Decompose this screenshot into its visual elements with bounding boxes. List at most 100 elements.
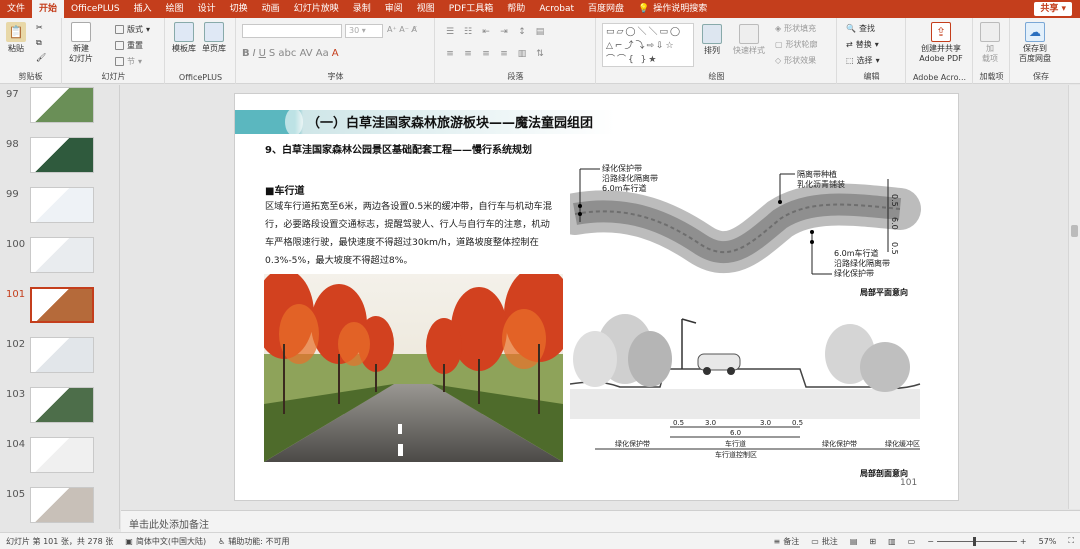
tab-1[interactable]: 开始	[32, 0, 65, 18]
section-dim-1: 0.5	[673, 419, 684, 427]
tab-13[interactable]: 帮助	[500, 0, 532, 18]
tab-4[interactable]: 绘图	[159, 0, 191, 18]
zoom-level[interactable]: 57%	[1033, 537, 1063, 546]
shapes-gallery[interactable]: ▭▱◯＼＼▭◯ △⌐⤴⤵⇨⇩☆ ⌒⌒{ }★	[602, 23, 694, 67]
normal-view-icon[interactable]: ▤	[844, 537, 864, 546]
notes-toggle[interactable]: ≡ 备注	[768, 536, 806, 547]
quick-styles-button[interactable]: 快速样式	[733, 24, 765, 56]
save-baidu-button[interactable]: ☁ 保存到 百度网盘	[1019, 22, 1051, 64]
slide-thumbnail[interactable]: 97	[0, 87, 120, 135]
shape-effects-button[interactable]: ◇ 形状效果	[775, 55, 816, 66]
cut-icon[interactable]: ✂	[36, 23, 43, 32]
format-painter-icon[interactable]: 🖌	[36, 53, 46, 62]
slide-sorter-icon[interactable]: ⊞	[863, 537, 882, 546]
slide[interactable]: （一）白草洼国家森林旅游板块——魔法童园组团 9、白草洼国家森林公园景区基础配套…	[234, 93, 959, 501]
slide-thumbnail-pane[interactable]: 97 98 99 100 101 102 103 104 105	[0, 85, 120, 529]
shape-fill-button[interactable]: ◈ 形状填充	[775, 23, 816, 34]
tell-me-search[interactable]: 💡 操作说明搜索	[631, 0, 714, 18]
tab-8[interactable]: 幻灯片放映	[287, 0, 346, 18]
font-size-buttons[interactable]: A⁺ A⁻ A̸	[387, 25, 417, 34]
section-zone-5: 车行道控制区	[715, 450, 757, 459]
slideshow-icon[interactable]: ▭	[902, 537, 922, 546]
comments-toggle[interactable]: ▭ 批注	[805, 536, 844, 547]
plan-label-median: 隔离带种植	[797, 169, 837, 179]
replace-button[interactable]: ⇄ 替换 ▾	[846, 39, 879, 50]
single-page-library-button[interactable]: 单页库	[202, 22, 226, 54]
find-button[interactable]: 🔍 查找	[846, 23, 875, 34]
reset-button[interactable]: 重置	[115, 40, 143, 51]
create-adobe-pdf-button[interactable]: ⇪ 创建并共享 Adobe PDF	[911, 22, 971, 64]
layout-button[interactable]: 版式 ▾	[115, 24, 150, 35]
slide-thumbnail[interactable]: 102	[0, 337, 120, 385]
adobe-group: ⇪ 创建并共享 Adobe PDF Adobe Acro...	[907, 18, 973, 84]
slide-thumbnail[interactable]: 104	[0, 437, 120, 485]
section-dim-4: 0.5	[792, 419, 803, 427]
slide-thumbnail[interactable]: 99	[0, 187, 120, 235]
quick-styles-icon	[739, 24, 759, 44]
accessibility-indicator[interactable]: ♿ 辅助功能: 不可用	[212, 536, 295, 547]
slide-header: （一）白草洼国家森林旅游板块——魔法童园组团	[307, 116, 594, 131]
slide-thumbnail[interactable]: 103	[0, 387, 120, 435]
proofing-icon: ▣	[125, 536, 133, 546]
slide-vertical-scrollbar[interactable]	[1068, 85, 1080, 509]
tab-10[interactable]: 审阅	[378, 0, 410, 18]
body-text: 区域车行道拓宽至6米，两边各设置0.5米的缓冲带，自行车与机动车混行，必要路段设…	[265, 201, 552, 266]
align-buttons[interactable]: ≡ ≡ ≡ ≡ ▥ ⇅	[444, 48, 549, 60]
arrange-button[interactable]: 排列	[702, 24, 722, 56]
plan-label-roadside-bottom: 沿路绿化隔离带	[834, 258, 890, 268]
slide-thumbnail[interactable]: 100	[0, 237, 120, 285]
font-style-buttons[interactable]: B I U S abc AV Aa A	[242, 48, 339, 59]
font-name-combo[interactable]	[242, 24, 342, 38]
page-number: 101	[900, 478, 918, 488]
tab-0[interactable]: 文件	[0, 0, 32, 18]
plan-label-green-protection: 绿化保护带	[602, 164, 642, 173]
fit-slide-icon[interactable]: ⛶	[1062, 536, 1080, 546]
section-button[interactable]: 节 ▾	[115, 56, 142, 67]
slide-thumbnail[interactable]: 105	[0, 487, 120, 535]
section-zone-3: 绿化保护带	[822, 439, 857, 448]
copy-icon[interactable]: ⧉	[36, 38, 42, 48]
slide-thumbnail[interactable]: 101	[0, 287, 120, 335]
new-slide-icon	[71, 22, 91, 42]
paste-button[interactable]: 📋 粘贴	[6, 22, 26, 54]
tab-6[interactable]: 切换	[223, 0, 255, 18]
slide-thumbnail-image	[30, 287, 94, 323]
tab-15[interactable]: 百度网盘	[581, 0, 631, 18]
section-dim-2: 3.0	[705, 419, 716, 427]
list-buttons[interactable]: ☰ ☷ ⇤ ⇥ ↕ ▤	[444, 26, 549, 38]
addins-button[interactable]: 加 载项	[980, 22, 1000, 64]
tab-3[interactable]: 插入	[127, 0, 159, 18]
font-size-combo[interactable]: 30 ▾	[345, 24, 383, 38]
clipboard-group: 📋 粘贴 ✂ ⧉ 🖌 剪贴板	[0, 18, 62, 84]
slide-thumbnail-image	[30, 237, 94, 273]
plan-label-roadside-green: 沿路绿化隔离带	[602, 173, 658, 183]
reading-view-icon[interactable]: ▥	[882, 537, 902, 546]
cloud-icon: ☁	[1025, 22, 1045, 42]
slide-thumbnail-number: 100	[6, 239, 26, 250]
zoom-slider[interactable]: − +	[921, 536, 1032, 546]
paragraph-label: 段落	[507, 72, 524, 81]
plan-dim-b: 6.0	[890, 217, 899, 230]
slides-label: 幻灯片	[101, 72, 126, 81]
tab-7[interactable]: 动画	[255, 0, 287, 18]
officeplus-label: OfficePLUS	[178, 73, 223, 82]
template-library-button[interactable]: 模板库	[172, 22, 196, 54]
slide-counter: 幻灯片 第 101 张，共 278 张	[6, 536, 114, 546]
tab-5[interactable]: 设计	[191, 0, 223, 18]
tab-12[interactable]: PDF工具箱	[442, 0, 501, 18]
slide-thumbnail[interactable]: 98	[0, 137, 120, 185]
notes-pane[interactable]: 单击此处添加备注	[121, 510, 1080, 532]
status-bar: 幻灯片 第 101 张，共 278 张 ▣ 简体中文(中国大陆) ♿ 辅助功能: 不…	[0, 532, 1080, 549]
shape-outline-button[interactable]: ▢ 形状轮廓	[775, 39, 818, 50]
scroll-thumb[interactable]	[1071, 225, 1078, 237]
slide-thumbnail-number: 97	[6, 89, 19, 100]
tab-14[interactable]: Acrobat	[532, 0, 581, 18]
tab-11[interactable]: 视图	[410, 0, 442, 18]
tab-2[interactable]: OfficePLUS	[64, 0, 127, 18]
tab-9[interactable]: 录制	[346, 0, 378, 18]
share-button[interactable]: 共享 ▾	[1034, 2, 1072, 16]
new-slide-button[interactable]: 新建 幻灯片	[69, 22, 93, 64]
select-button[interactable]: ⬚ 选择 ▾	[846, 55, 880, 66]
replace-icon: ⇄	[846, 40, 853, 49]
language-indicator[interactable]: ▣ 简体中文(中国大陆)	[119, 536, 212, 547]
